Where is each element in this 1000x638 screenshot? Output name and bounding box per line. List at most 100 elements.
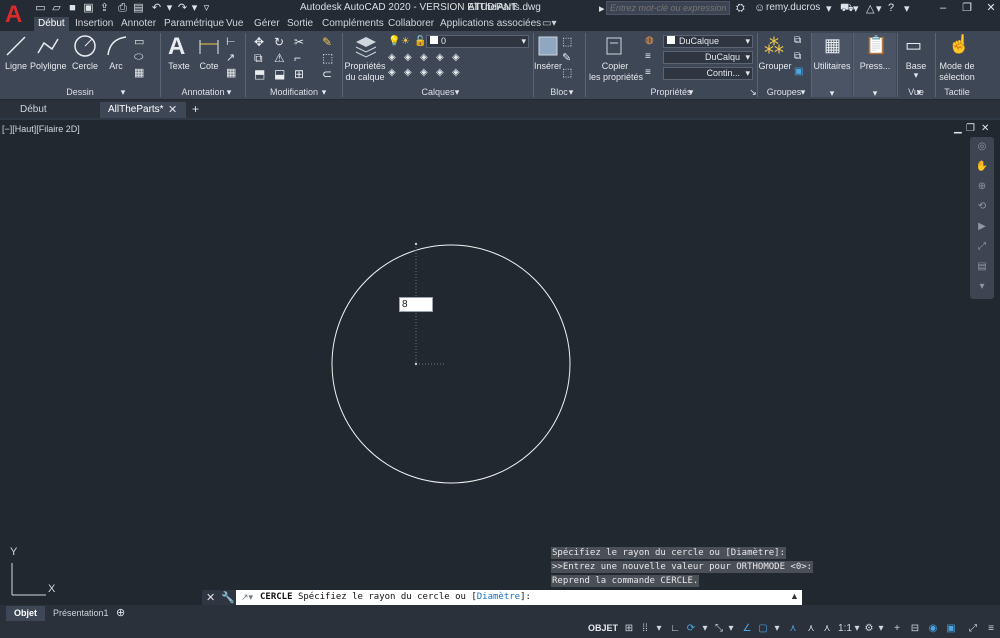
print-icon[interactable]: ▤ — [132, 2, 145, 14]
circle-icon[interactable] — [73, 34, 97, 58]
trim-icon[interactable]: ✂ — [294, 35, 304, 49]
binoculars-icon[interactable]: ⛭ — [736, 2, 745, 15]
utilitaires-dropdown-icon[interactable]: ▾ — [812, 88, 852, 99]
block-edit-icon[interactable]: ✎ — [562, 51, 571, 64]
bloc-panel-expand-icon[interactable]: ▾ — [566, 87, 576, 98]
annotation-panel-expand-icon[interactable]: ▾ — [224, 87, 234, 98]
proprietes-calque-label-2[interactable]: du calque — [344, 72, 386, 83]
customize-wrench-icon[interactable]: 🔧 — [221, 591, 235, 604]
search-expand-icon[interactable]: ▸ — [599, 2, 605, 15]
copy-icon[interactable]: ⧉ — [254, 51, 263, 66]
scale-icon[interactable]: ⬓ — [274, 67, 285, 81]
stretch-icon[interactable]: ⬒ — [254, 67, 265, 81]
units-icon[interactable]: ⊟ — [908, 623, 922, 635]
layer-properties-icon[interactable] — [354, 34, 378, 58]
open-file-icon[interactable]: ▱ — [50, 2, 63, 14]
customize-quick-access-icon[interactable]: ▿ — [200, 2, 213, 14]
rotate-icon[interactable]: ↻ — [274, 35, 284, 49]
ortho-icon[interactable]: ∟ — [668, 623, 682, 635]
panel-title-tactile[interactable]: Tactile — [936, 87, 978, 98]
insert-block-icon[interactable] — [536, 34, 560, 58]
customization-icon[interactable]: ≡ — [984, 623, 998, 635]
texte-button[interactable]: Texte — [165, 61, 193, 72]
close-icon[interactable]: ✕ — [980, 1, 1000, 15]
user-name[interactable]: remy.ducros — [766, 2, 820, 13]
search-input[interactable] — [607, 2, 729, 14]
polar-dropdown-icon[interactable]: ▾ — [698, 623, 712, 635]
cart-icon[interactable]: ⛟ — [840, 2, 854, 16]
tab-insertion[interactable]: Insertion — [71, 17, 117, 31]
isodraft-dropdown-icon[interactable]: ▾ — [724, 623, 738, 635]
hardware-acceleration-icon[interactable]: ▣ — [944, 623, 958, 635]
tab-collaborer[interactable]: Collaborer — [384, 17, 438, 31]
proprietes-launcher-icon[interactable]: ↘ — [748, 87, 758, 98]
restore-icon[interactable]: ❐ — [956, 1, 978, 15]
rectangle-icon[interactable]: ▭ — [134, 35, 144, 48]
vue-panel-expand-icon[interactable]: ▾ — [914, 87, 924, 98]
utilitaires-button[interactable]: Utilitaires — [812, 61, 852, 72]
ligne-button[interactable]: Ligne — [2, 61, 30, 72]
explode-icon[interactable]: ⬚ — [322, 51, 333, 65]
fillet-icon[interactable]: ⌐ — [294, 51, 301, 65]
block-create-icon[interactable]: ⬚ — [562, 35, 572, 48]
hatch-icon[interactable]: ▦ — [134, 66, 144, 79]
linetype-dropdown[interactable]: DuCalqu ▾ — [663, 51, 753, 64]
color-dropdown[interactable]: DuCalque ▾ — [663, 35, 753, 48]
tab-parametrique[interactable]: Paramétrique — [160, 17, 228, 31]
plot-icon[interactable]: ⎙ — [116, 2, 129, 14]
touch-mode-icon[interactable]: ☝ — [948, 34, 970, 55]
tab-gerer[interactable]: Gérer — [250, 17, 284, 31]
leader-icon[interactable]: ↗ — [226, 51, 235, 64]
undo-dropdown-icon[interactable]: ▾ — [163, 2, 176, 14]
layer-tool-8-icon[interactable]: ◈ — [420, 67, 428, 78]
cart-dropdown-icon[interactable]: ▾ — [853, 2, 859, 15]
command-history-toggle-icon[interactable]: ▲ — [790, 591, 799, 601]
proprietes-panel-expand-icon[interactable]: ▾ — [686, 87, 696, 98]
command-option-diametre[interactable]: Diamètre — [477, 592, 520, 602]
group-icon[interactable]: ⁂ — [764, 34, 784, 59]
groupes-panel-expand-icon[interactable]: ▾ — [798, 87, 808, 98]
dynamic-input-field[interactable]: 8 — [399, 297, 433, 312]
save-icon[interactable]: ■ — [66, 2, 79, 14]
close-tab-icon[interactable]: ✕ — [168, 103, 177, 116]
model-space-button[interactable]: OBJET — [588, 623, 618, 633]
grouper-button[interactable]: Grouper — [758, 61, 792, 72]
close-icon[interactable]: ✕ — [206, 591, 215, 604]
erase-icon[interactable]: ✎ — [322, 35, 332, 49]
linear-dim-icon[interactable]: ⊢ — [226, 35, 236, 48]
tab-vue[interactable]: Vue — [222, 17, 247, 31]
layer-tool-3-icon[interactable]: ◈ — [420, 52, 428, 63]
layer-on-icon[interactable]: 💡 — [388, 36, 400, 47]
help-icon[interactable]: ? — [888, 2, 894, 14]
circle-entity[interactable] — [331, 244, 571, 484]
doc-tab-start[interactable]: Début — [12, 102, 98, 118]
match-properties-icon[interactable] — [603, 34, 625, 58]
dimension-icon[interactable] — [198, 36, 220, 56]
help-dropdown-icon[interactable]: ▾ — [904, 2, 910, 15]
table-icon[interactable]: ▦ — [226, 66, 236, 79]
mode-selection-label-2[interactable]: sélection — [936, 72, 978, 83]
command-prompt-text[interactable]: CERCLE Spécifiez le rayon du cercle ou [… — [260, 592, 531, 602]
offset-icon[interactable]: ⊂ — [322, 67, 332, 81]
inserer-button[interactable]: Insérer — [533, 61, 563, 72]
polar-tracking-icon[interactable]: ⟳ — [684, 623, 698, 635]
application-menu-button[interactable]: A — [0, 0, 30, 30]
layer-freeze-icon[interactable]: ☀ — [401, 36, 410, 47]
layer-tool-6-icon[interactable]: ◈ — [388, 67, 396, 78]
array-icon[interactable]: ⊞ — [294, 67, 304, 81]
line-icon[interactable] — [5, 35, 27, 57]
group-edit-icon[interactable]: ⧉ — [794, 51, 801, 62]
tab-presentation1[interactable]: Présentation1 — [45, 606, 117, 621]
layer-tool-1-icon[interactable]: ◈ — [388, 52, 396, 63]
search-box[interactable] — [606, 1, 730, 15]
arc-icon[interactable] — [106, 35, 128, 57]
a360-icon[interactable]: △ — [866, 2, 874, 15]
block-attribute-icon[interactable]: ⬚ — [562, 66, 572, 79]
arc-button[interactable]: Arc — [104, 61, 128, 72]
panel-title-proprietes[interactable]: Propriétés — [586, 87, 756, 98]
object-snap-tracking-icon[interactable]: ∠ — [740, 623, 754, 635]
user-dropdown-icon[interactable]: ▾ — [826, 2, 832, 15]
calques-panel-expand-icon[interactable]: ▾ — [452, 87, 462, 98]
minimize-icon[interactable]: – — [932, 1, 954, 15]
tab-annoter[interactable]: Annoter — [117, 17, 160, 31]
